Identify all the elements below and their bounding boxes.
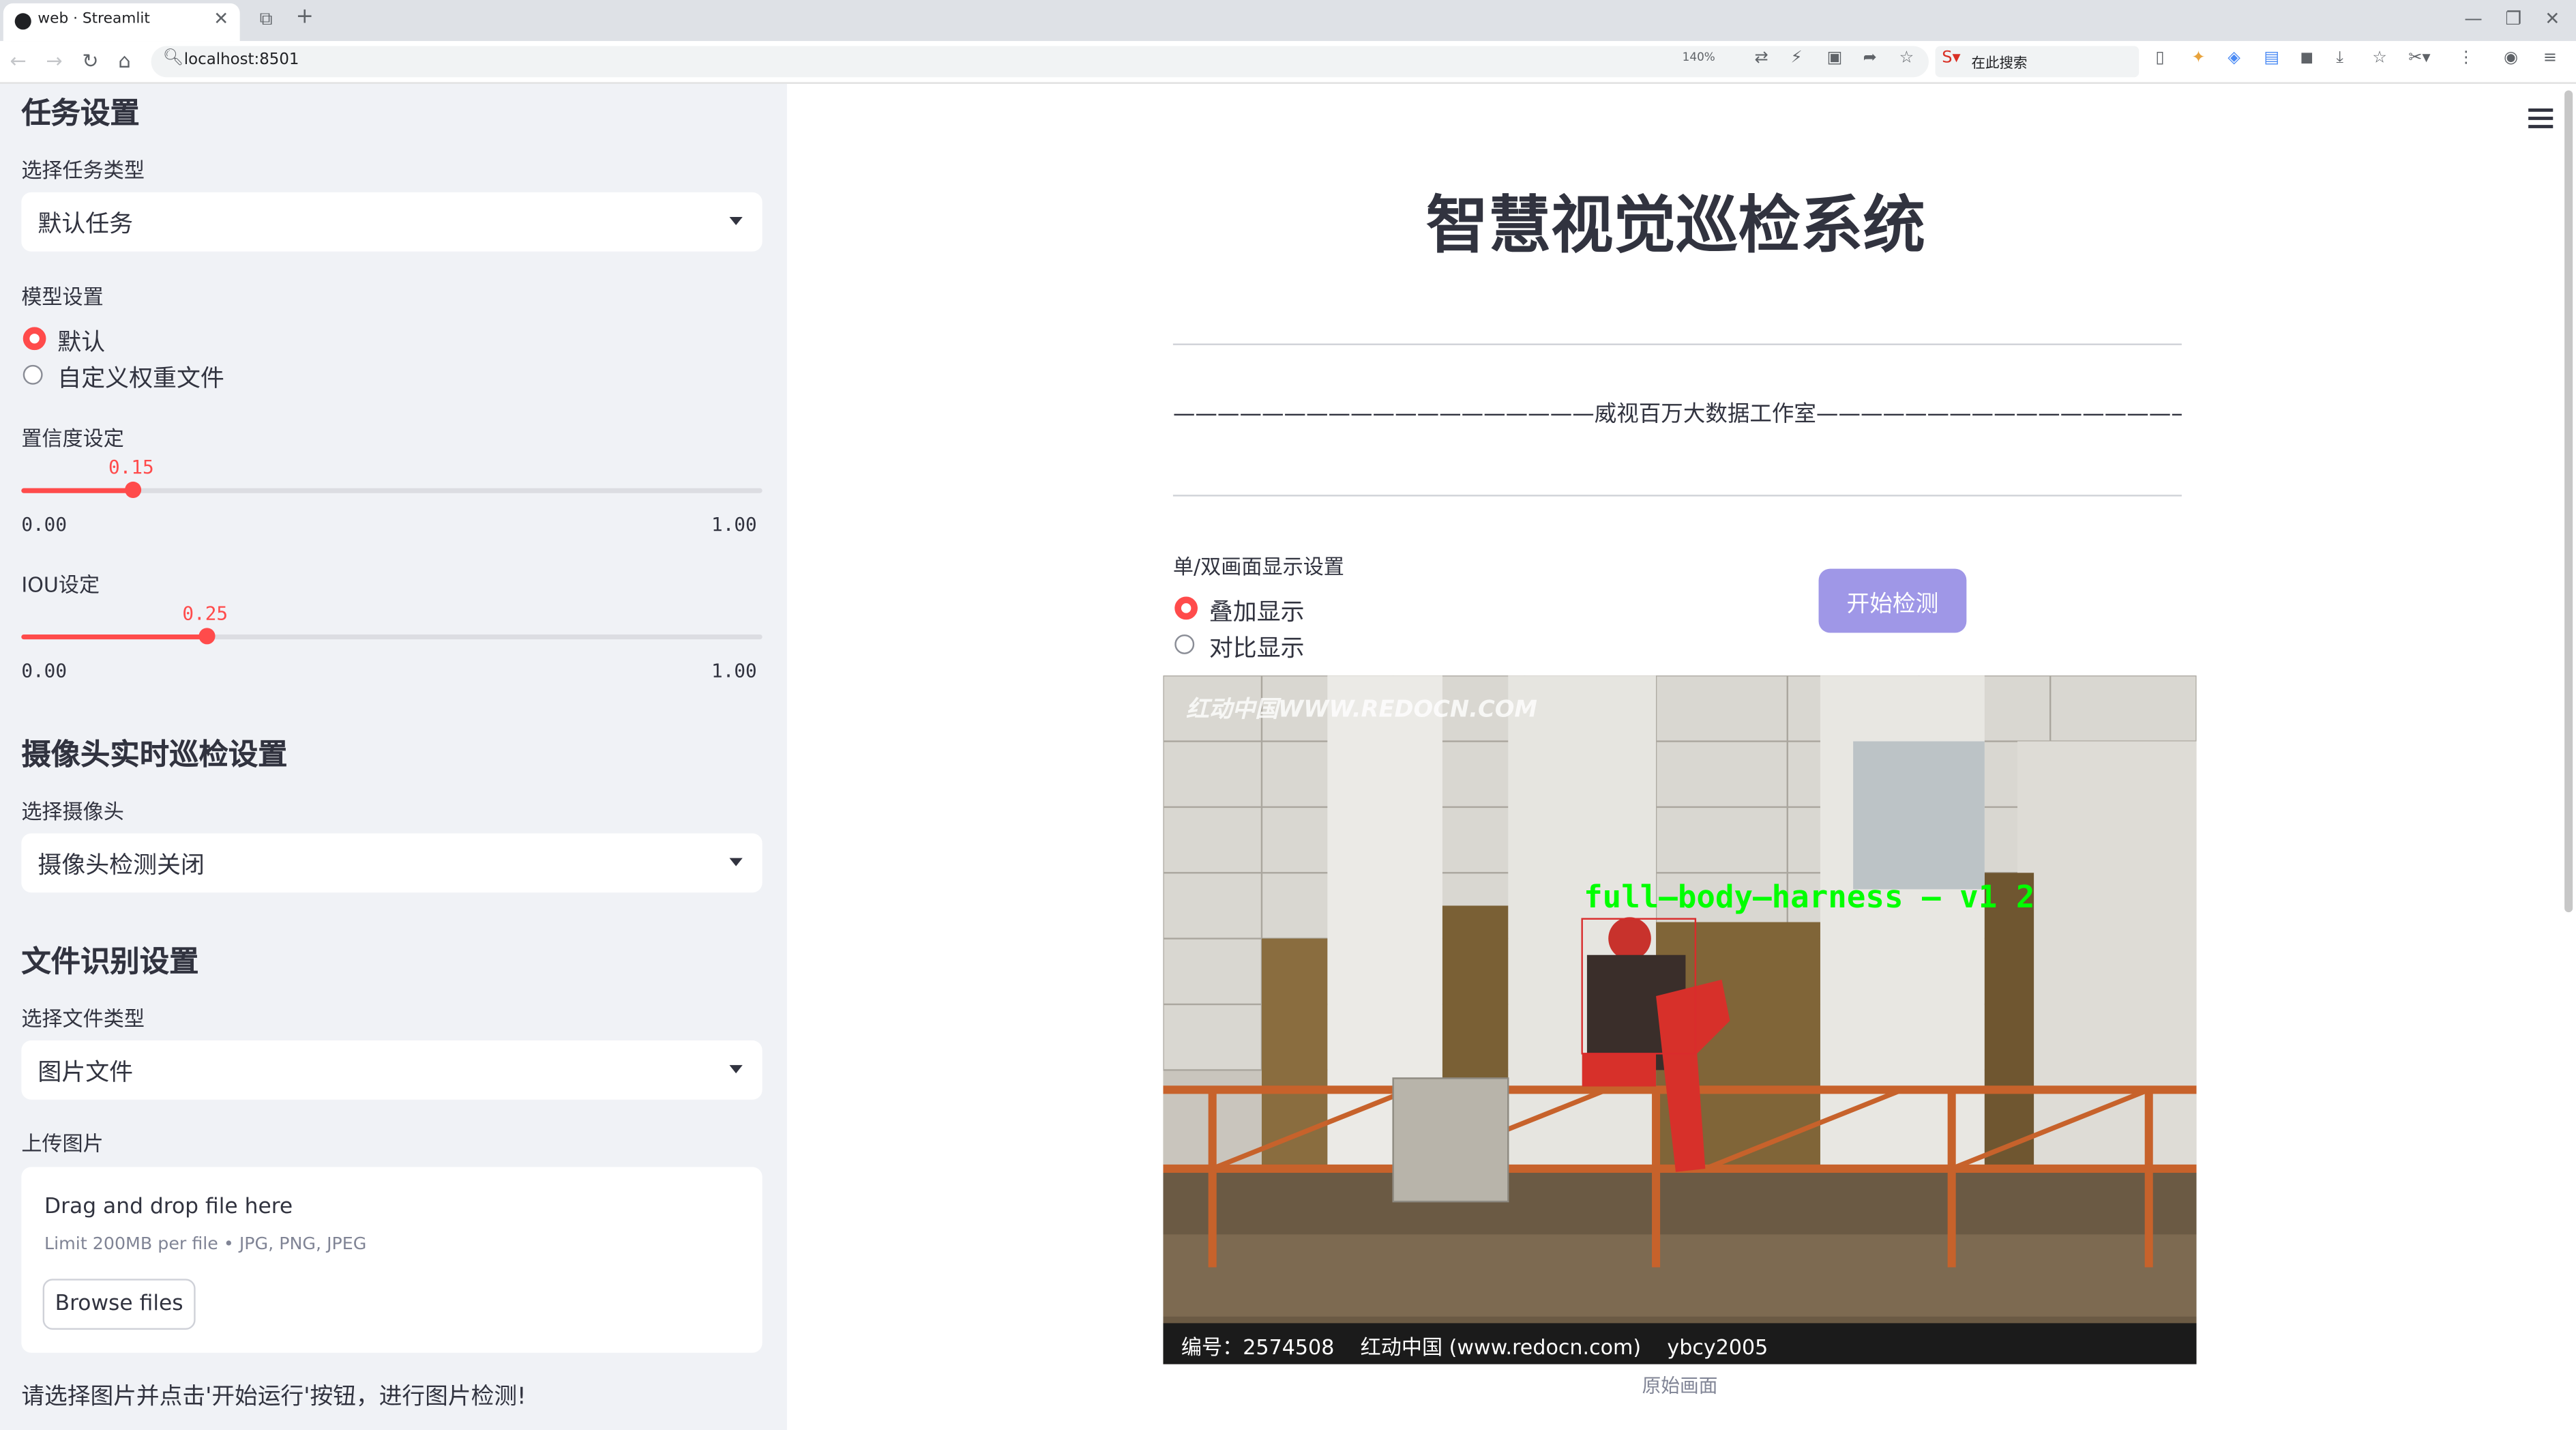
search-box[interactable]: S▾ 在此搜索 [1935,46,2140,78]
iou-slider[interactable] [21,628,763,645]
chevron-down-icon [729,217,743,226]
watermark-top: 红动中国WWW.REDOCN.COM [1186,697,1537,724]
tab-title: web · Streamlit [38,11,150,28]
page-info-icon[interactable]: 🔍︎ [162,49,183,68]
file-type-select[interactable]: 图片文件 [21,1040,763,1100]
confidence-label: 置信度设定 [21,425,124,451]
display-radio-overlay[interactable] [1174,596,1198,620]
profile-avatar-icon[interactable]: ◉ [2504,49,2518,68]
address-bar[interactable]: 🔍︎ localhost:8501 140% ⇄ ⚡︎ ▣ ➦ ☆ [151,46,1929,78]
display-settings-label: 单/双画面显示设置 [1172,553,1344,579]
start-detection-label: 开始检测 [1846,592,1939,618]
dropzone-title: Drag and drop file here [44,1195,293,1220]
image-caption: 原始画面 [1642,1374,1718,1397]
translate-icon[interactable]: ⇄ [1755,49,1768,68]
confidence-min: 0.00 [21,512,68,536]
divider-bottom [1172,495,2182,497]
streamlit-favicon-icon [14,13,31,30]
file-type-label: 选择文件类型 [21,1006,145,1031]
chevron-down-icon [729,1065,743,1074]
file-settings-header: 文件识别设置 [21,945,199,980]
model-settings-label: 模型设置 [21,284,104,309]
page-title: 智慧视觉巡检系统 [1425,189,1926,262]
close-window-icon[interactable]: ✕ [2545,8,2560,29]
divider-top [1172,343,2182,345]
camera-label: 选择摄像头 [21,798,124,824]
close-tab-icon[interactable]: ✕ [213,8,228,29]
dropzone-hint: Limit 200MB per file • JPG, PNG, JPEG [44,1234,367,1255]
zoom-level[interactable]: 140% [1683,51,1715,64]
extension-translate-icon[interactable]: ▤ [2264,49,2279,68]
browser-tab-strip: web · Streamlit ✕ ⧉ + — ❐ ✕ [0,0,2576,42]
browse-files-button[interactable]: Browse files [42,1279,196,1330]
lightning-icon[interactable]: ⚡︎ [1791,49,1803,68]
file-type-value: 图片文件 [38,1060,134,1087]
iou-slider-fill [21,634,207,640]
camera-settings-header: 摄像头实时巡检设置 [21,738,288,773]
app-root: web · Streamlit ✕ ⧉ + — ❐ ✕ ← → ↻ ⌂ 🔍︎ l… [0,0,2576,1430]
browser-tab[interactable]: web · Streamlit ✕ [3,3,240,42]
iou-min: 0.00 [21,659,68,682]
detection-label: full—body—harness — v1 2 [1584,879,2035,916]
confidence-slider[interactable] [21,481,763,498]
upload-label: 上传图片 [21,1130,104,1156]
display-option-compare: 对比显示 [1209,636,1305,662]
task-settings-header: 任务设置 [21,97,140,132]
start-detection-button[interactable]: 开始检测 [1818,568,1967,633]
extension-dark-icon[interactable]: ◼ [2300,49,2313,68]
device-icon[interactable]: ▯ [2155,49,2164,68]
iou-max: 1.00 [711,659,757,682]
search-engine-icon[interactable]: S▾ [1942,49,1960,68]
camera-value: 摄像头检测关闭 [38,853,205,879]
confidence-slider-fill [21,488,133,493]
restore-icon[interactable]: ❐ [2505,8,2521,29]
download-icon[interactable]: ⤓ [2336,49,2343,68]
reader-icon[interactable]: ▣ [1827,49,1843,68]
status-message: 请选择图片并点击'开始运行'按钮，进行图片检测! [21,1384,527,1411]
url-text: localhost:8501 [183,50,299,70]
browser-menu-icon[interactable]: ≡ [2543,49,2557,68]
camera-select[interactable]: 摄像头检测关闭 [21,833,763,893]
model-radio-default[interactable] [23,327,46,351]
detection-image: 红动中国WWW.REDOCN.COM full—body—harness — v… [1163,675,2197,1365]
hamburger-menu-icon[interactable] [2528,108,2553,128]
task-type-value: 默认任务 [38,211,134,239]
cut-icon[interactable]: ✂▾ [2408,49,2430,68]
confidence-value: 0.15 [108,455,154,479]
bookmark-star-icon[interactable]: ☆ [1899,49,1914,68]
file-dropzone[interactable]: Drag and drop file here Limit 200MB per … [21,1167,763,1353]
page-subtitle: ———————————————————威视百万大数据工作室———————————… [1172,400,2182,428]
search-placeholder: 在此搜索 [1971,55,2028,73]
browser-toolbar: ← → ↻ ⌂ 🔍︎ localhost:8501 140% ⇄ ⚡︎ ▣ ➦ … [0,41,2576,84]
confidence-max: 1.00 [711,512,757,536]
extension-sparkle-icon[interactable]: ✦ [2191,49,2205,68]
minimize-icon[interactable]: — [2464,8,2482,29]
favorites-icon[interactable]: ☆ [2372,49,2387,68]
chevron-down-icon [729,858,743,866]
extension-blue-icon[interactable]: ◈ [2227,49,2240,68]
iou-slider-thumb[interactable] [198,628,215,645]
display-radio-compare[interactable] [1174,634,1195,654]
model-option-default: 默认 [57,330,106,357]
task-type-label: 选择任务类型 [21,158,145,183]
confidence-slider-thumb[interactable] [124,481,141,498]
forward-icon[interactable]: → [46,49,62,72]
model-option-custom: 自定义权重文件 [57,366,224,393]
more-menu-icon[interactable]: ⋮ [2458,49,2474,68]
task-type-select[interactable]: 默认任务 [21,192,763,252]
tab-search-icon[interactable]: ⧉ [260,8,273,31]
construction-scene-illustration [1163,675,2197,1365]
new-tab-icon[interactable]: + [296,5,314,29]
back-icon[interactable]: ← [10,49,26,72]
iou-label: IOU设定 [21,572,100,597]
iou-value: 0.25 [182,601,228,625]
scrollbar[interactable] [2564,90,2573,913]
browse-files-label: Browse files [55,1292,183,1317]
share-icon[interactable]: ➦ [1863,49,1877,68]
display-option-overlay: 叠加显示 [1209,600,1305,626]
home-icon[interactable]: ⌂ [118,49,130,72]
model-radio-custom[interactable] [23,364,43,385]
watermark-bottom: 编号：2574508 红动中国 (www.redocn.com) ybcy200… [1181,1334,1768,1360]
reload-icon[interactable]: ↻ [82,49,98,72]
